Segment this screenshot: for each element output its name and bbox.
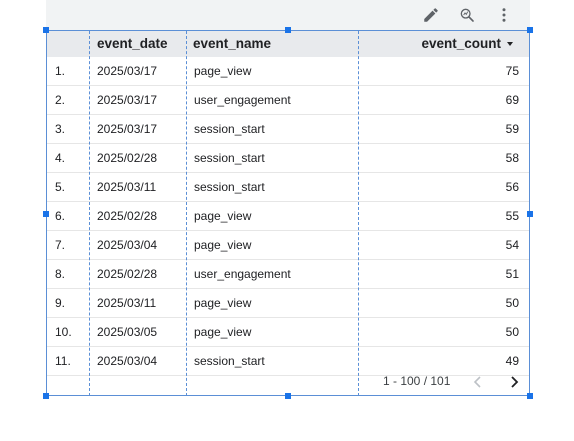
cell-event-name: user_engagement [194,93,291,107]
row-index: 3. [55,122,66,136]
data-table[interactable]: event_date event_name event_count 1. 2025… [46,30,530,396]
resize-handle-top-left[interactable] [43,27,49,33]
table-header: event_date event_name event_count [47,31,529,57]
cell-event-count: 50 [505,296,519,310]
cell-event-date: 2025/03/11 [97,180,157,194]
table-row[interactable]: 4. 2025/02/28 session_start 58 [47,144,529,173]
cell-event-count: 56 [505,180,519,194]
cell-event-name: page_view [194,325,252,339]
next-page-button[interactable] [505,373,523,391]
row-index: 10. [55,325,72,339]
table-row[interactable]: 8. 2025/02/28 user_engagement 51 [47,260,529,289]
cell-event-date: 2025/03/17 [97,64,158,78]
cell-event-name: session_start [194,122,265,136]
chevron-left-icon [473,376,481,388]
resize-handle-bottom-left[interactable] [43,393,49,399]
cell-event-count: 75 [505,64,519,78]
row-index: 9. [55,296,66,310]
row-index: 4. [55,151,66,165]
chart-toolbar [46,0,530,30]
cell-event-count: 59 [505,122,519,136]
table-row[interactable]: 10. 2025/03/05 page_view 50 [47,318,529,347]
cell-event-count: 51 [505,267,519,281]
resize-handle-top-right[interactable] [527,27,533,33]
cell-event-count: 55 [505,209,519,223]
resize-handle-bottom[interactable] [285,393,291,399]
row-index: 7. [55,238,66,252]
column-header-event-date[interactable]: event_date [97,31,168,57]
column-header-event-name[interactable]: event_name [193,31,271,57]
cell-event-date: 2025/03/04 [97,238,158,252]
sort-descending-icon[interactable] [505,39,515,49]
explore-icon [460,8,474,22]
cell-event-count: 69 [505,93,519,107]
resize-handle-bottom-right[interactable] [527,393,533,399]
table-row[interactable]: 2. 2025/03/17 user_engagement 69 [47,86,529,115]
chevron-right-icon [511,376,519,388]
explore-button[interactable] [455,3,479,27]
cell-event-name: page_view [194,64,252,78]
column-divider [186,31,187,396]
row-index: 6. [55,209,66,223]
cell-event-name: page_view [194,209,252,223]
cell-event-date: 2025/02/28 [97,151,158,165]
more-vert-icon [502,8,506,22]
cell-event-date: 2025/03/17 [97,122,158,136]
cell-event-date: 2025/03/11 [97,296,157,310]
column-divider [89,31,90,396]
cell-event-date: 2025/02/28 [97,267,158,281]
table-row[interactable]: 6. 2025/02/28 page_view 55 [47,202,529,231]
column-header-event-count[interactable]: event_count [421,31,501,57]
table-row[interactable]: 1. 2025/03/17 page_view 75 [47,57,529,86]
edit-button[interactable] [419,3,443,27]
cell-event-count: 58 [505,151,519,165]
resize-handle-right[interactable] [527,211,533,217]
table-row[interactable]: 3. 2025/03/17 session_start 59 [47,115,529,144]
cell-event-count: 50 [505,325,519,339]
column-divider [358,31,359,396]
cell-event-date: 2025/02/28 [97,209,158,223]
resize-handle-top[interactable] [285,27,291,33]
resize-handle-left[interactable] [43,211,49,217]
table-row[interactable]: 9. 2025/03/11 page_view 50 [47,289,529,318]
cell-event-name: page_view [194,238,252,252]
row-index: 2. [55,93,66,107]
row-index: 5. [55,180,66,194]
pagination-label: 1 - 100 / 101 [383,374,451,388]
cell-event-count: 54 [505,238,519,252]
more-options-button[interactable] [492,3,516,27]
pencil-icon [424,8,438,22]
table-row[interactable]: 7. 2025/03/04 page_view 54 [47,231,529,260]
cell-event-name: user_engagement [194,267,291,281]
row-index: 1. [55,64,66,78]
cell-event-name: session_start [194,180,265,194]
table-row[interactable]: 5. 2025/03/11 session_start 56 [47,173,529,202]
cell-event-date: 2025/03/05 [97,325,158,339]
cell-event-name: session_start [194,151,265,165]
previous-page-button[interactable] [469,373,487,391]
row-index: 8. [55,267,66,281]
cell-event-name: page_view [194,296,252,310]
pagination: 1 - 100 / 101 [47,369,529,396]
cell-event-date: 2025/03/17 [97,93,158,107]
